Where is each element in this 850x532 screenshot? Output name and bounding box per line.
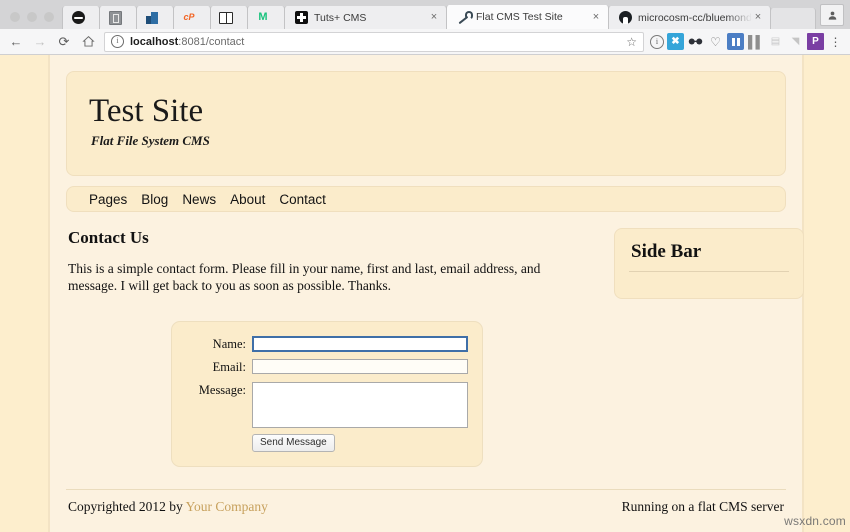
contact-form: Name: Email: Message: Send Message (171, 321, 483, 467)
email-input[interactable] (252, 359, 468, 374)
chrome-menu-icon[interactable]: ⋮ (827, 33, 844, 50)
nav-item-about[interactable]: About (230, 192, 265, 207)
tab-label: Tuts+ CMS (314, 11, 367, 24)
maximize-window-button[interactable] (44, 12, 54, 22)
submit-spacer (186, 434, 252, 452)
main-column: Contact Us This is a simple contact form… (66, 228, 588, 295)
send-message-button[interactable]: Send Message (252, 434, 335, 452)
close-window-button[interactable] (10, 12, 20, 22)
page-intro-paragraph: This is a simple contact form. Please fi… (68, 261, 541, 294)
email-row: Email: (186, 359, 468, 375)
info-extension-icon[interactable]: i (650, 34, 664, 49)
minimize-window-button[interactable] (27, 12, 37, 22)
new-tab-button[interactable] (770, 8, 816, 29)
site-page-container: Test Site Flat File System CMS Pages Blo… (48, 55, 804, 532)
tab-label: Flat CMS Test Site (476, 11, 563, 23)
name-input[interactable] (252, 336, 468, 352)
email-label: Email: (212, 360, 246, 374)
faded-extension-icon-1[interactable]: ▤ (767, 33, 784, 50)
pinned-tab-4[interactable]: cP (173, 6, 211, 29)
tab-strip: cP M Tuts+ CMS × Flat CMS Test Site × mi… (0, 0, 850, 29)
bookmark-star-icon[interactable]: ☆ (626, 35, 637, 49)
content-row: Contact Us This is a simple contact form… (66, 228, 804, 299)
extension-toolbar: i ✖ ♡ ▌▌ ▤ ◥ P ⋮ (650, 33, 846, 50)
faded-extension-icon-2[interactable]: ◥ (787, 33, 804, 50)
submit-row: Send Message (186, 434, 468, 452)
sidebar-divider (629, 271, 789, 272)
page-title: Contact Us (68, 228, 149, 247)
pocket-extension-icon[interactable]: P (807, 33, 824, 50)
wrench-icon (456, 10, 473, 24)
pinned-tab-1[interactable] (62, 6, 100, 29)
sidebar: Side Bar (614, 228, 804, 299)
site-header: Test Site Flat File System CMS (66, 71, 786, 176)
bars-extension-icon[interactable]: ▌▌ (747, 33, 764, 50)
nav-item-pages[interactable]: Pages (89, 192, 127, 207)
window-controls (4, 12, 62, 29)
pinned-tab-5[interactable] (210, 6, 248, 29)
nav-item-news[interactable]: News (182, 192, 216, 207)
message-label: Message: (198, 383, 246, 397)
tab-close-icon[interactable]: × (590, 11, 602, 23)
pinned-tab-3[interactable] (136, 6, 174, 29)
tab-close-icon[interactable]: × (428, 12, 440, 23)
site-footer: Copyrighted 2012 by Your Company Running… (66, 490, 786, 515)
message-textarea[interactable] (252, 382, 468, 428)
glasses-extension-icon[interactable] (687, 33, 704, 50)
browser-window: cP M Tuts+ CMS × Flat CMS Test Site × mi… (0, 0, 850, 532)
blue-square-extension-icon[interactable]: ✖ (667, 33, 684, 50)
cpanel-icon: cP (183, 12, 195, 22)
url-text: localhost:8081/contact (130, 36, 244, 48)
site-title: Test Site (89, 93, 204, 129)
page-viewport: Test Site Flat File System CMS Pages Blo… (0, 55, 850, 532)
grey-book-icon (108, 10, 122, 25)
dark-circle-icon (71, 11, 85, 25)
site-navigation: Pages Blog News About Contact (66, 186, 786, 212)
sidebar-title: Side Bar (631, 241, 702, 262)
footer-server-text: Running on a flat CMS server (621, 499, 784, 514)
message-row: Message: (186, 382, 468, 428)
reload-icon[interactable]: ⟳ (52, 31, 76, 53)
tab-github-bluemonday[interactable]: microcosm-cc/bluemonday: b × (608, 6, 771, 29)
footer-copyright-text: Copyrighted 2012 by (68, 499, 186, 514)
green-m-icon: M (258, 11, 268, 23)
tab-flat-cms-test-site[interactable]: Flat CMS Test Site × (446, 5, 609, 29)
url-path: :8081/contact (178, 35, 245, 48)
profile-avatar-icon[interactable] (820, 4, 844, 26)
pinned-tab-6[interactable]: M (247, 6, 285, 29)
heart-extension-icon[interactable]: ♡ (707, 33, 724, 50)
blue-blocks-icon (145, 11, 159, 25)
open-book-icon (219, 11, 233, 25)
home-icon[interactable] (76, 31, 100, 53)
browser-toolbar: ← → ⟳ i localhost:8081/contact ☆ i ✖ ♡ ▌… (0, 29, 850, 55)
github-icon (618, 11, 632, 25)
url-host: localhost (130, 35, 179, 48)
pinned-tab-2[interactable] (99, 6, 137, 29)
footer-copyright: Copyrighted 2012 by Your Company (68, 499, 268, 515)
trello-extension-icon[interactable] (727, 33, 744, 50)
name-label: Name: (212, 337, 246, 351)
site-tagline: Flat File System CMS (91, 132, 210, 148)
footer-company-link[interactable]: Your Company (186, 499, 268, 514)
tuts-plus-icon (294, 11, 308, 25)
tab-close-icon[interactable]: × (752, 12, 764, 23)
back-icon[interactable]: ← (4, 31, 28, 53)
tab-tuts-cms[interactable]: Tuts+ CMS × (284, 6, 447, 29)
nav-item-blog[interactable]: Blog (141, 192, 168, 207)
watermark: wsxdn.com (784, 514, 846, 528)
site-info-icon[interactable]: i (111, 35, 124, 48)
nav-item-contact[interactable]: Contact (279, 192, 326, 207)
address-bar[interactable]: i localhost:8081/contact ☆ (104, 31, 644, 52)
tab-label: microcosm-cc/bluemonday: b (638, 11, 752, 24)
name-row: Name: (186, 336, 468, 352)
forward-icon[interactable]: → (28, 31, 52, 53)
